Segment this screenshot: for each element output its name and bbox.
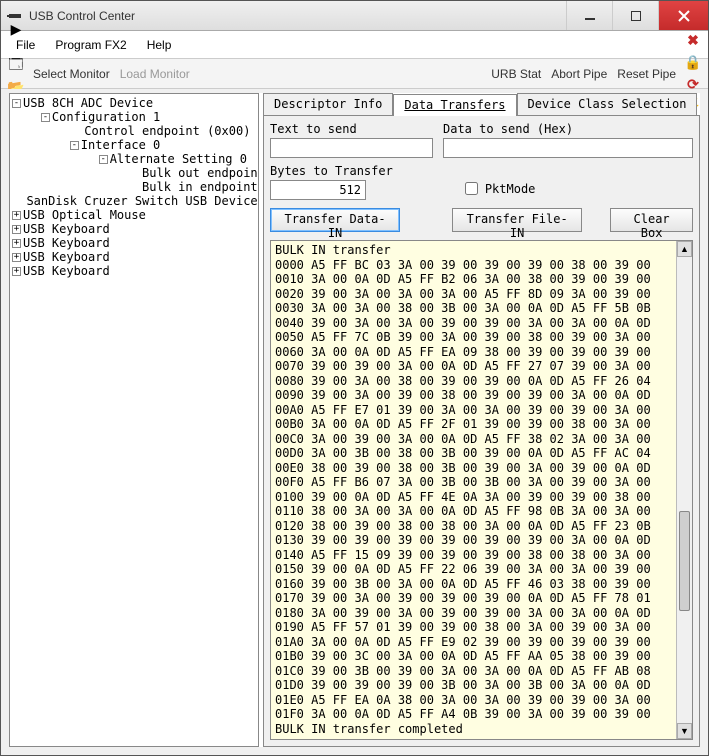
scroll-thumb[interactable] xyxy=(679,511,690,611)
toggle-icon[interactable]: + xyxy=(12,239,21,248)
bytes-input[interactable] xyxy=(270,180,366,200)
urb-stat-label[interactable]: URB Stat xyxy=(487,67,545,81)
close-button[interactable] xyxy=(658,1,708,30)
abort-pipe-label[interactable]: Abort Pipe xyxy=(547,67,611,81)
load-monitor-label: Load Monitor xyxy=(116,67,194,81)
tree-item[interactable]: SanDisk Cruzer Switch USB Device xyxy=(10,194,258,208)
scroll-down-icon[interactable]: ▼ xyxy=(677,723,692,739)
hex-scrollbar[interactable]: ▲ ▼ xyxy=(676,241,692,739)
scroll-up-icon[interactable]: ▲ xyxy=(677,241,692,257)
titlebar: USB Control Center xyxy=(1,1,708,31)
hex-output[interactable]: BULK IN transfer 0000 A5 FF BC 03 3A 00 … xyxy=(271,241,676,739)
props-icon[interactable]: 🗔 xyxy=(5,55,27,77)
tree-item[interactable]: Control endpoint (0x00) xyxy=(10,124,258,138)
device-tree[interactable]: -USB 8CH ADC Device -Configuration 1 Con… xyxy=(9,93,259,747)
toggle-icon[interactable]: - xyxy=(70,141,79,150)
toolbar: 📹▶🗔📂✂📋▶ Select Monitor Load Monitor URB … xyxy=(1,59,708,89)
tree-item[interactable]: +USB Keyboard xyxy=(10,236,258,250)
bytes-label: Bytes to Transfer xyxy=(270,164,393,178)
toggle-icon[interactable]: + xyxy=(12,267,21,276)
toggle-icon[interactable]: + xyxy=(12,225,21,234)
data-to-send-input[interactable] xyxy=(443,138,693,158)
tree-item[interactable]: Bulk in endpoint (0x86) xyxy=(10,180,258,194)
pktmode-checkbox[interactable]: PktMode xyxy=(461,179,536,198)
tab-descriptor-info[interactable]: Descriptor Info xyxy=(263,93,393,115)
play-icon[interactable]: ▶ xyxy=(5,19,27,41)
lock-icon[interactable]: 🔒 xyxy=(682,52,704,74)
text-to-send-label: Text to send xyxy=(270,122,433,136)
tab-bar: Descriptor InfoData TransfersDevice Clas… xyxy=(263,93,700,115)
toggle-icon[interactable]: + xyxy=(12,211,21,220)
tab-data-transfers[interactable]: Data Transfers xyxy=(393,94,516,116)
tree-item[interactable]: -Alternate Setting 0 xyxy=(10,152,258,166)
tree-item[interactable]: +USB Keyboard xyxy=(10,264,258,278)
minimize-button[interactable] xyxy=(566,1,612,30)
transfer-file-button[interactable]: Transfer File-IN xyxy=(452,208,582,232)
close-red-icon[interactable]: ✖ xyxy=(682,30,704,52)
menu-help[interactable]: Help xyxy=(138,35,181,55)
camera-icon[interactable]: 📹 xyxy=(5,0,27,5)
tree-item[interactable]: +USB Keyboard xyxy=(10,222,258,236)
maximize-button[interactable] xyxy=(612,1,658,30)
tree-item[interactable]: Bulk out endpoint (0x02) xyxy=(10,166,258,180)
toggle-icon[interactable]: - xyxy=(41,113,50,122)
data-to-send-label: Data to send (Hex) xyxy=(443,122,693,136)
tab-device-class-selection[interactable]: Device Class Selection xyxy=(517,93,698,115)
tree-item[interactable]: -Interface 0 xyxy=(10,138,258,152)
menu-program-fx2[interactable]: Program FX2 xyxy=(46,35,135,55)
tree-item[interactable]: +USB Keyboard xyxy=(10,250,258,264)
toggle-icon[interactable]: - xyxy=(12,99,21,108)
toggle-icon[interactable]: - xyxy=(99,155,108,164)
tree-item[interactable]: +USB Optical Mouse xyxy=(10,208,258,222)
tree-item[interactable]: -USB 8CH ADC Device xyxy=(10,96,258,110)
select-monitor-label[interactable]: Select Monitor xyxy=(29,67,114,81)
data-transfers-panel: Text to send Data to send (Hex) Bytes to… xyxy=(263,115,700,747)
window-title: USB Control Center xyxy=(29,9,566,23)
tree-item[interactable]: -Configuration 1 xyxy=(10,110,258,124)
toggle-icon[interactable]: + xyxy=(12,253,21,262)
transfer-data-button[interactable]: Transfer Data-IN xyxy=(270,208,400,232)
reset-pipe-label[interactable]: Reset Pipe xyxy=(613,67,680,81)
menubar: File Program FX2 Help xyxy=(1,31,708,59)
text-to-send-input[interactable] xyxy=(270,138,433,158)
clear-box-button[interactable]: Clear Box xyxy=(610,208,693,232)
